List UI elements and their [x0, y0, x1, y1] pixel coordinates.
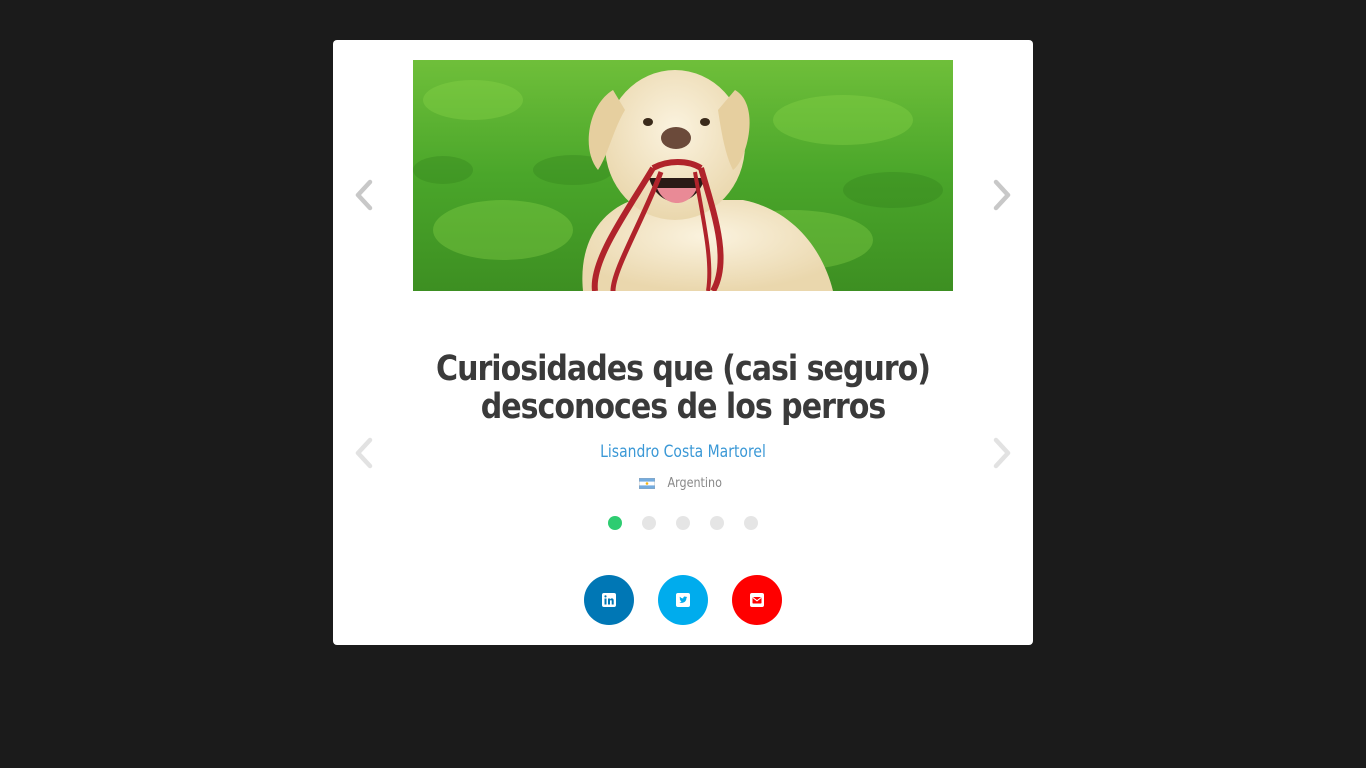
carousel-dots — [603, 516, 763, 530]
twitter-icon — [676, 593, 690, 607]
chevron-left-icon — [355, 437, 373, 469]
article-image — [413, 60, 953, 291]
share-twitter-button[interactable] — [658, 575, 708, 625]
share-email-button[interactable] — [732, 575, 782, 625]
article-title-line2: desconoces de los perros — [480, 387, 887, 427]
author-link[interactable]: Lisandro Costa Martorel — [478, 441, 888, 463]
carousel-dot-3[interactable] — [676, 516, 690, 530]
chevron-right-icon — [993, 179, 1011, 211]
author-nationality: Argentino — [533, 476, 833, 491]
chevron-left-icon — [355, 179, 373, 211]
image-prev-arrow[interactable] — [349, 175, 379, 215]
carousel-dot-2[interactable] — [642, 516, 656, 530]
carousel-dot-4[interactable] — [710, 516, 724, 530]
image-next-arrow[interactable] — [987, 175, 1017, 215]
article-title: Curiosidades que (casi seguro) desconoce… — [434, 350, 933, 426]
carousel-dot-1[interactable] — [608, 516, 622, 530]
article-card: Curiosidades que (casi seguro) desconoce… — [333, 40, 1033, 645]
nationality-label: Argentino — [667, 476, 723, 491]
argentina-flag-icon — [639, 478, 656, 489]
share-linkedin-button[interactable] — [584, 575, 634, 625]
mail-icon — [750, 593, 764, 607]
linkedin-icon — [602, 593, 616, 607]
share-buttons — [583, 575, 783, 625]
article-prev-arrow[interactable] — [349, 433, 379, 473]
carousel-dot-5[interactable] — [744, 516, 758, 530]
article-title-line1: Curiosidades que (casi seguro) — [436, 349, 931, 389]
article-next-arrow[interactable] — [987, 433, 1017, 473]
chevron-right-icon — [993, 437, 1011, 469]
